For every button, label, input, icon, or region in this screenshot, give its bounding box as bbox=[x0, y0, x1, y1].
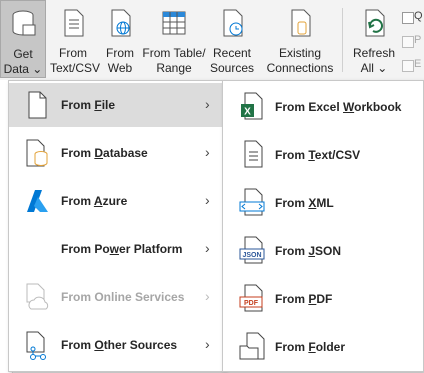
submenu-item-json[interactable]: JSON From JSON bbox=[223, 227, 423, 273]
queries-connections-icon[interactable] bbox=[402, 12, 414, 24]
submenu-item-label: From Folder bbox=[275, 340, 346, 354]
submenu-item-label: From XML bbox=[275, 196, 334, 210]
from-text-csv-label2: Text/CSV bbox=[50, 61, 101, 75]
submenu-item-label: From JSON bbox=[275, 244, 342, 258]
json-icon: JSON bbox=[239, 236, 265, 264]
existing-connections-label: Existing bbox=[278, 46, 322, 60]
azure-icon bbox=[27, 190, 48, 212]
ribbon: Get Data ⌄ From Text/CSV From Web From Tabl… bbox=[0, 0, 424, 81]
from-web-button[interactable]: From Web bbox=[98, 0, 142, 78]
submenu-item-pdf[interactable]: PDF From PDF bbox=[223, 275, 423, 321]
edit-links-icon[interactable] bbox=[402, 60, 414, 72]
menu-item-from-power-platform[interactable]: From Power Platform › bbox=[9, 227, 223, 271]
menu-item-from-online-services[interactable]: From Online Services › bbox=[9, 275, 223, 319]
menu-item-label: From Online Services bbox=[61, 290, 185, 304]
menu-item-label: From File bbox=[61, 98, 116, 112]
get-data-menu: From File › From Database › From Azure ›… bbox=[8, 80, 224, 372]
existing-connections-icon bbox=[291, 9, 311, 37]
from-web-label: From bbox=[106, 46, 134, 60]
menu-item-from-database[interactable]: From Database › bbox=[9, 131, 223, 175]
from-file-submenu: X From Excel Workbook From Text/CSV From… bbox=[222, 80, 424, 372]
folder-icon bbox=[239, 332, 265, 360]
database-icon bbox=[12, 10, 36, 36]
from-text-csv-button[interactable]: From Text/CSV bbox=[50, 0, 100, 78]
queries-label: Q bbox=[414, 10, 423, 22]
submenu-item-xml[interactable]: From XML bbox=[223, 179, 423, 225]
existing-connections-label2: Connections bbox=[266, 61, 334, 75]
xml-icon bbox=[239, 188, 265, 216]
refresh-all-label2: All ⌄ bbox=[360, 61, 388, 75]
other-sources-icon bbox=[26, 331, 46, 360]
menu-item-label: From Power Platform bbox=[61, 242, 183, 256]
submenu-item-excel-workbook[interactable]: X From Excel Workbook bbox=[223, 83, 423, 129]
file-icon bbox=[28, 91, 47, 119]
get-data-label: Get bbox=[13, 47, 33, 61]
from-web-label2: Web bbox=[107, 61, 133, 75]
text-csv-icon bbox=[244, 140, 263, 168]
excel-workbook-icon: X bbox=[241, 92, 263, 120]
edit-links-label: E bbox=[414, 58, 422, 70]
menu-item-from-file[interactable]: From File › bbox=[9, 83, 223, 127]
menu-item-from-other-sources[interactable]: From Other Sources › bbox=[9, 323, 223, 367]
get-data-label2: Data ⌄ bbox=[3, 62, 43, 76]
chevron-right-icon: › bbox=[205, 288, 210, 304]
from-text-csv-label: From bbox=[59, 46, 87, 60]
from-table-range-label: From Table/ bbox=[142, 46, 206, 60]
menu-item-label: From Other Sources bbox=[61, 338, 178, 352]
properties-icon[interactable] bbox=[402, 36, 414, 48]
chevron-right-icon: › bbox=[205, 240, 210, 256]
submenu-item-label: From PDF bbox=[275, 292, 333, 306]
get-data-button[interactable]: Get Data ⌄ bbox=[0, 0, 46, 78]
submenu-item-text-csv[interactable]: From Text/CSV bbox=[223, 131, 423, 177]
menu-item-from-azure[interactable]: From Azure › bbox=[9, 179, 223, 223]
svg-text:X: X bbox=[244, 107, 251, 118]
from-table-range-button[interactable]: From Table/Range bbox=[142, 0, 206, 78]
chevron-right-icon: › bbox=[205, 192, 210, 208]
cloud-icon bbox=[26, 283, 49, 310]
recent-sources-button[interactable]: Recent Sources bbox=[208, 0, 256, 78]
existing-connections-button[interactable]: Existing Connections bbox=[262, 0, 338, 78]
chevron-right-icon: › bbox=[205, 336, 210, 352]
chevron-right-icon: › bbox=[205, 144, 210, 160]
recent-sources-label: Recent bbox=[212, 46, 252, 60]
submenu-item-label: From Excel Workbook bbox=[275, 100, 402, 114]
database-icon bbox=[26, 139, 48, 167]
svg-text:JSON: JSON bbox=[242, 252, 261, 259]
menu-item-label: From Azure bbox=[61, 194, 128, 208]
recent-sources-icon bbox=[223, 9, 243, 37]
refresh-all-label: Refresh bbox=[352, 46, 396, 60]
text-file-icon bbox=[64, 9, 84, 37]
from-table-range-label2: Range bbox=[156, 61, 192, 75]
pdf-icon: PDF bbox=[239, 284, 263, 312]
refresh-all-button[interactable]: Refresh All ⌄ bbox=[350, 0, 398, 78]
recent-sources-label2: Sources bbox=[209, 61, 255, 75]
table-icon bbox=[162, 11, 186, 35]
ribbon-separator bbox=[342, 8, 343, 72]
web-icon bbox=[111, 9, 131, 37]
submenu-item-folder[interactable]: From Folder bbox=[223, 323, 423, 369]
properties-label: P bbox=[414, 34, 422, 46]
menu-item-label: From Database bbox=[61, 146, 148, 160]
refresh-icon bbox=[365, 9, 385, 37]
submenu-item-label: From Text/CSV bbox=[275, 148, 361, 162]
svg-text:PDF: PDF bbox=[244, 300, 259, 307]
chevron-right-icon: › bbox=[205, 96, 210, 112]
